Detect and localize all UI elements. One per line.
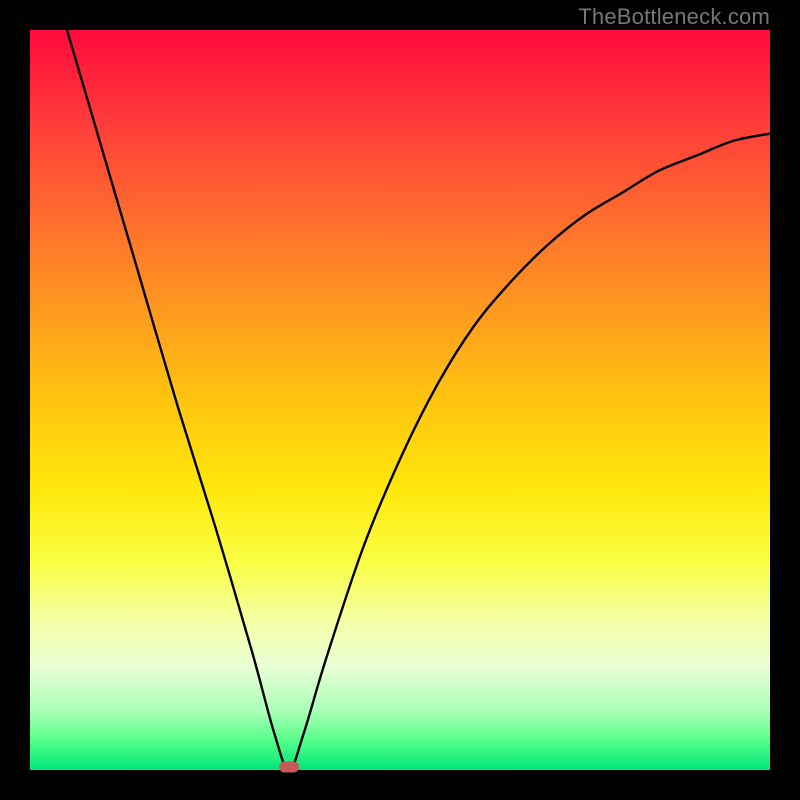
bottleneck-curve — [30, 30, 770, 770]
plot-area — [30, 30, 770, 770]
optimal-point-marker — [279, 762, 299, 773]
watermark-text: TheBottleneck.com — [578, 4, 770, 30]
chart-frame: TheBottleneck.com — [0, 0, 800, 800]
